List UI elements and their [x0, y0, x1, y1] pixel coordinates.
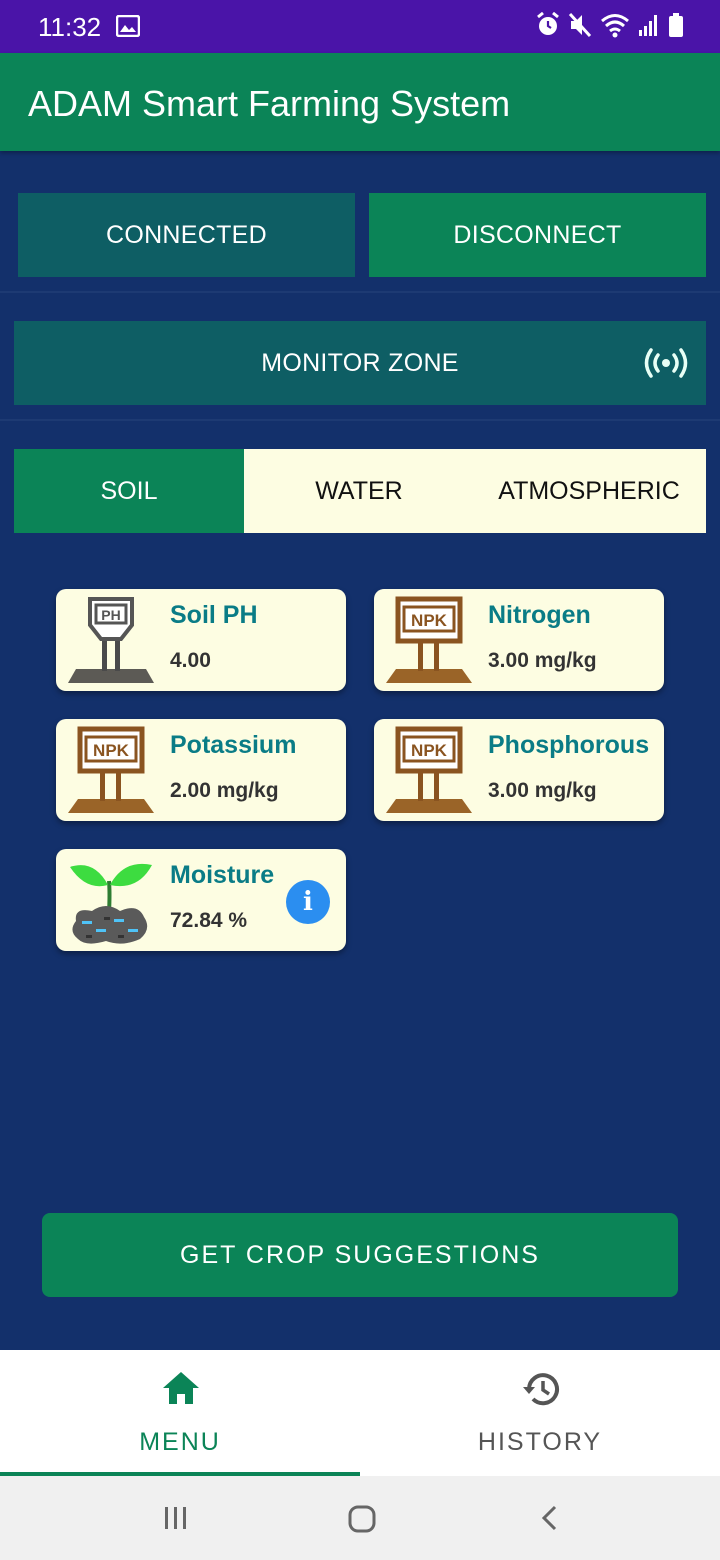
tab-atmospheric[interactable]: ATMOSPHERIC: [474, 449, 704, 533]
sensor-label: Potassium: [170, 731, 297, 759]
broadcast-icon: [644, 348, 688, 378]
system-navigation-bar: [0, 1476, 720, 1560]
svg-text:NPK: NPK: [411, 741, 448, 760]
sensor-card-phosphorous[interactable]: NPK Phosphorous 3.00 mg/kg: [374, 719, 664, 821]
app-bar: ADAM Smart Farming System: [0, 53, 720, 151]
wifi-icon: [601, 14, 629, 38]
image-notification-icon: [116, 15, 140, 37]
tab-soil[interactable]: SOIL: [14, 449, 244, 533]
svg-text:PH: PH: [101, 607, 120, 623]
sensor-card-nitrogen[interactable]: NPK Nitrogen 3.00 mg/kg: [374, 589, 664, 691]
sensor-value: 3.00 mg/kg: [488, 649, 597, 672]
sensor-label: Soil PH: [170, 601, 258, 629]
sensor-value: 4.00: [170, 649, 211, 672]
battery-icon: [669, 13, 683, 37]
status-bar: 11:32: [0, 0, 720, 53]
nav-label-menu: MENU: [139, 1428, 221, 1456]
home-nav-icon[interactable]: [347, 1504, 377, 1534]
app-title: ADAM Smart Farming System: [28, 83, 511, 124]
status-time: 11:32: [38, 12, 102, 42]
home-icon: [163, 1372, 199, 1404]
ph-sensor-icon: PH: [68, 597, 154, 683]
sensor-value: 2.00 mg/kg: [170, 779, 279, 802]
sensor-card-potassium[interactable]: NPK Potassium 2.00 mg/kg: [56, 719, 346, 821]
sensor-label: Phosphorous: [488, 731, 650, 759]
sprout-soil-icon: [70, 863, 152, 944]
history-icon: [523, 1373, 559, 1406]
sensor-value: 72.84 %: [170, 909, 248, 932]
divider: [0, 291, 720, 293]
sensor-label: Moisture: [170, 861, 275, 889]
bottom-navigation: MENU HISTORY: [0, 1350, 720, 1476]
nav-label-history: HISTORY: [477, 1428, 603, 1456]
sensor-value: 3.00 mg/kg: [488, 779, 597, 802]
tab-water[interactable]: WATER: [244, 449, 474, 533]
sensor-card-soil-ph[interactable]: PH Soil PH 4.00: [56, 589, 346, 691]
sensor-label: Nitrogen: [488, 601, 591, 629]
npk-sensor-icon: NPK: [68, 726, 154, 813]
signal-icon: [639, 15, 657, 36]
recent-apps-icon[interactable]: [162, 1504, 190, 1532]
divider: [0, 419, 720, 421]
svg-text:NPK: NPK: [93, 741, 130, 760]
get-crop-suggestions-button[interactable]: GET CROP SUGGESTIONS: [42, 1213, 678, 1297]
info-icon[interactable]: i: [286, 880, 330, 924]
nav-item-menu[interactable]: MENU: [0, 1350, 360, 1476]
alarm-icon: [537, 12, 559, 35]
nav-item-history[interactable]: HISTORY: [360, 1350, 720, 1476]
back-icon[interactable]: [538, 1504, 562, 1532]
mute-icon: [568, 12, 592, 38]
monitor-zone-button[interactable]: MONITOR ZONE: [14, 321, 706, 405]
disconnect-button[interactable]: DISCONNECT: [369, 193, 706, 277]
status-icons: [536, 12, 684, 38]
category-tabs: SOIL WATER ATMOSPHERIC: [14, 449, 706, 533]
npk-sensor-icon: NPK: [386, 596, 472, 683]
monitor-zone-label: MONITOR ZONE: [261, 348, 459, 377]
svg-text:NPK: NPK: [411, 611, 448, 630]
sensor-card-moisture[interactable]: Moisture 72.84 % i: [56, 849, 346, 951]
connected-button[interactable]: CONNECTED: [18, 193, 355, 277]
npk-sensor-icon: NPK: [386, 726, 472, 813]
